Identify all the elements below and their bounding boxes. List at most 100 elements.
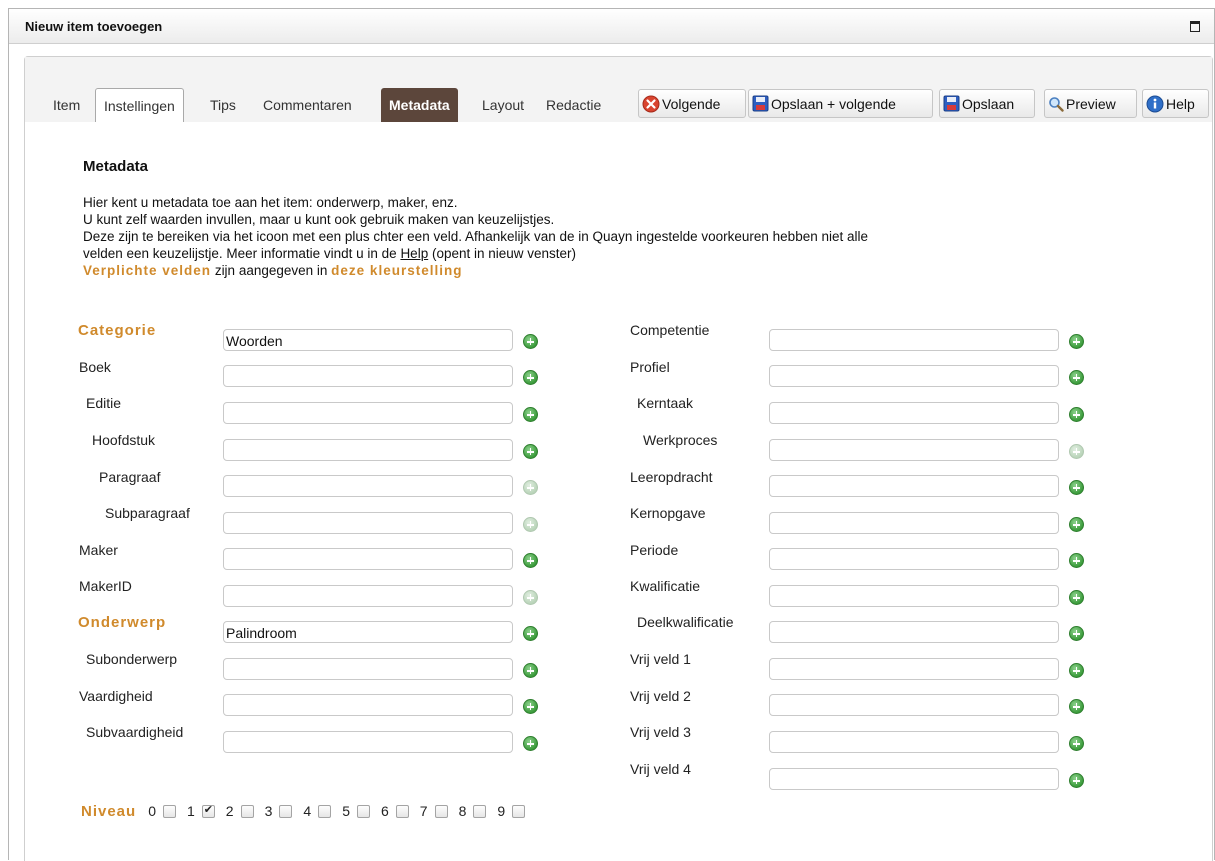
subvaardigheid-plus-icon[interactable] <box>523 736 538 751</box>
tab-layout[interactable]: Layout <box>474 88 532 122</box>
vaardigheid-plus-icon[interactable] <box>523 699 538 714</box>
vrij-veld-3-plus-icon[interactable] <box>1069 736 1084 751</box>
vrij-veld-1-field[interactable] <box>769 658 1059 680</box>
editie-field[interactable] <box>223 402 513 424</box>
tab-tips[interactable]: Tips <box>202 88 244 122</box>
profiel-plus-icon[interactable] <box>1069 370 1084 385</box>
intro-line-4-end: (opent in nieuw venster) <box>431 246 577 261</box>
hoofdstuk-plus-icon[interactable] <box>523 444 538 459</box>
niveau-row: Niveau 0 1 2 3 4 5 6 7 8 9 <box>81 802 536 820</box>
deelkwalificatie-field[interactable] <box>769 621 1059 643</box>
niveau-label: Niveau <box>81 802 137 820</box>
paragraaf-label: Paragraaf <box>99 469 161 485</box>
vrij-veld-2-field[interactable] <box>769 694 1059 716</box>
werkproces-field[interactable] <box>769 439 1059 461</box>
boek-field[interactable] <box>223 365 513 387</box>
niveau-7-checkbox[interactable] <box>434 804 448 818</box>
niveau-5-label: 5 <box>342 803 350 819</box>
tab-metadata[interactable]: Metadata <box>381 88 458 122</box>
tab-instellingen[interactable]: Instellingen <box>95 88 184 122</box>
niveau-3-checkbox[interactable] <box>279 804 293 818</box>
vrij-veld-3-label: Vrij veld 3 <box>630 724 691 740</box>
intro-text: Hier kent u metadata toe aan het item: o… <box>83 194 1083 279</box>
required-color-text: deze kleurstelling <box>331 263 463 278</box>
niveau-8-checkbox[interactable] <box>473 804 487 818</box>
subonderwerp-plus-icon[interactable] <box>523 663 538 678</box>
competentie-plus-icon[interactable] <box>1069 334 1084 349</box>
niveau-2-checkbox[interactable] <box>240 804 254 818</box>
kwalificatie-field[interactable] <box>769 585 1059 607</box>
makerid-field[interactable] <box>223 585 513 607</box>
vrij-veld-2-plus-icon[interactable] <box>1069 699 1084 714</box>
makerid-plus-icon <box>523 590 538 605</box>
vrij-veld-3-field[interactable] <box>769 731 1059 753</box>
niveau-9-checkbox[interactable] <box>512 804 526 818</box>
categorie-plus-icon[interactable] <box>523 334 538 349</box>
competentie-label: Competentie <box>630 322 710 338</box>
hoofdstuk-field[interactable] <box>223 439 513 461</box>
opslaan-button[interactable]: Opslaan <box>939 89 1035 118</box>
periode-field[interactable] <box>769 548 1059 570</box>
competentie-field[interactable] <box>769 329 1059 351</box>
niveau-5-checkbox[interactable] <box>356 804 370 818</box>
help-label: Help <box>1166 95 1195 112</box>
leeropdracht-field[interactable] <box>769 475 1059 497</box>
intro-line-1: Hier kent u metadata toe aan het item: o… <box>83 195 458 210</box>
intro-line-4: velden een keuzelijstje. Meer informatie… <box>83 245 1083 262</box>
niveau-6-checkbox[interactable] <box>395 804 409 818</box>
niveau-6-label: 6 <box>380 803 389 819</box>
vaardigheid-field[interactable] <box>223 694 513 716</box>
tab-commentaren[interactable]: Commentaren <box>255 88 360 122</box>
vaardigheid-label: Vaardigheid <box>79 688 153 704</box>
werkproces-plus-icon <box>1069 444 1084 459</box>
maker-field[interactable] <box>223 548 513 570</box>
cancel-icon <box>642 95 660 113</box>
boek-label: Boek <box>79 359 111 375</box>
kerntaak-field[interactable] <box>769 402 1059 424</box>
paragraaf-field[interactable] <box>223 475 513 497</box>
kernopgave-label: Kernopgave <box>630 505 706 521</box>
paragraaf-plus-icon <box>523 480 538 495</box>
tab-bar: Item Instellingen Tips Commentaren Metad… <box>25 57 1212 122</box>
kwalificatie-plus-icon[interactable] <box>1069 590 1084 605</box>
preview-button[interactable]: Preview <box>1044 89 1137 118</box>
maximize-icon[interactable] <box>1190 21 1200 32</box>
tab-redactie[interactable]: Redactie <box>538 88 609 122</box>
categorie-field[interactable] <box>223 329 513 351</box>
help-button[interactable]: Help <box>1142 89 1209 118</box>
editie-plus-icon[interactable] <box>523 407 538 422</box>
subvaardigheid-field[interactable] <box>223 731 513 753</box>
tab-item[interactable]: Item <box>45 88 88 122</box>
deelkwalificatie-plus-icon[interactable] <box>1069 626 1084 641</box>
preview-label: Preview <box>1066 95 1116 112</box>
opslaan-volgende-button[interactable]: Opslaan + volgende <box>748 89 933 118</box>
required-legend: Verplichte velden zijn aangegeven in dez… <box>83 262 1083 279</box>
vrij-veld-4-field[interactable] <box>769 768 1059 790</box>
onderwerp-plus-icon[interactable] <box>523 626 538 641</box>
vrij-veld-4-plus-icon[interactable] <box>1069 773 1084 788</box>
volgende-button[interactable]: Volgende <box>638 89 746 118</box>
niveau-0-checkbox[interactable] <box>163 804 176 818</box>
niveau-7-label: 7 <box>419 803 428 819</box>
onderwerp-field[interactable] <box>223 621 513 643</box>
help-link[interactable]: Help <box>400 246 428 261</box>
niveau-4-checkbox[interactable] <box>318 804 332 818</box>
niveau-0-label: 0 <box>148 803 156 819</box>
boek-plus-icon[interactable] <box>523 370 538 385</box>
periode-label: Periode <box>630 542 679 558</box>
leeropdracht-plus-icon[interactable] <box>1069 480 1084 495</box>
subparagraaf-field[interactable] <box>223 512 513 534</box>
subparagraaf-plus-icon <box>523 517 538 532</box>
kernopgave-field[interactable] <box>769 512 1059 534</box>
niveau-1-checkbox[interactable] <box>201 803 215 818</box>
makerid-label: MakerID <box>79 578 132 594</box>
kerntaak-plus-icon[interactable] <box>1069 407 1084 422</box>
kernopgave-plus-icon[interactable] <box>1069 517 1084 532</box>
vrij-veld-1-plus-icon[interactable] <box>1069 663 1084 678</box>
profiel-field[interactable] <box>769 365 1059 387</box>
subonderwerp-field[interactable] <box>223 658 513 680</box>
periode-plus-icon[interactable] <box>1069 553 1084 568</box>
maker-plus-icon[interactable] <box>523 553 538 568</box>
intro-line-2: U kunt zelf waarden invullen, maar u kun… <box>83 212 555 227</box>
niveau-4-label: 4 <box>303 803 312 819</box>
